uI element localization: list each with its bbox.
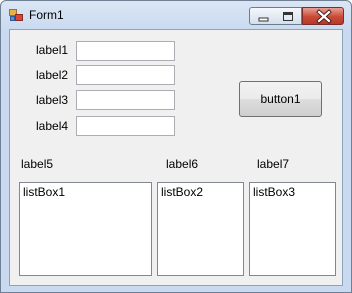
label3: label3 (36, 93, 69, 107)
textbox2[interactable] (76, 65, 175, 85)
listbox2[interactable]: listBox2 (157, 182, 244, 276)
listbox1[interactable]: listBox1 (19, 182, 152, 276)
maximize-button[interactable] (275, 7, 302, 25)
form-client-area: label1 label2 label3 label4 button1 labe… (9, 29, 343, 286)
listbox1-item[interactable]: listBox1 (23, 185, 65, 199)
minimize-icon (258, 17, 269, 22)
label1: label1 (36, 43, 69, 57)
form-window: Form1 label1 label2 label3 label4 button… (0, 0, 352, 293)
textbox3[interactable] (76, 90, 175, 110)
form-icon (9, 9, 23, 21)
maximize-icon (283, 12, 293, 21)
listbox3[interactable]: listBox3 (249, 182, 336, 276)
window-title: Form1 (29, 8, 64, 22)
label6: label6 (166, 157, 199, 171)
label4: label4 (36, 119, 69, 133)
close-icon (316, 9, 332, 24)
label5: label5 (21, 157, 54, 171)
minimize-button[interactable] (249, 7, 276, 25)
listbox3-item[interactable]: listBox3 (253, 185, 295, 199)
label7: label7 (257, 157, 290, 171)
title-bar[interactable]: Form1 (1, 1, 351, 29)
label2: label2 (36, 68, 69, 82)
textbox1[interactable] (76, 41, 175, 61)
close-button[interactable] (302, 7, 344, 25)
listbox2-item[interactable]: listBox2 (161, 185, 203, 199)
textbox4[interactable] (76, 116, 175, 136)
button1[interactable]: button1 (239, 81, 322, 117)
